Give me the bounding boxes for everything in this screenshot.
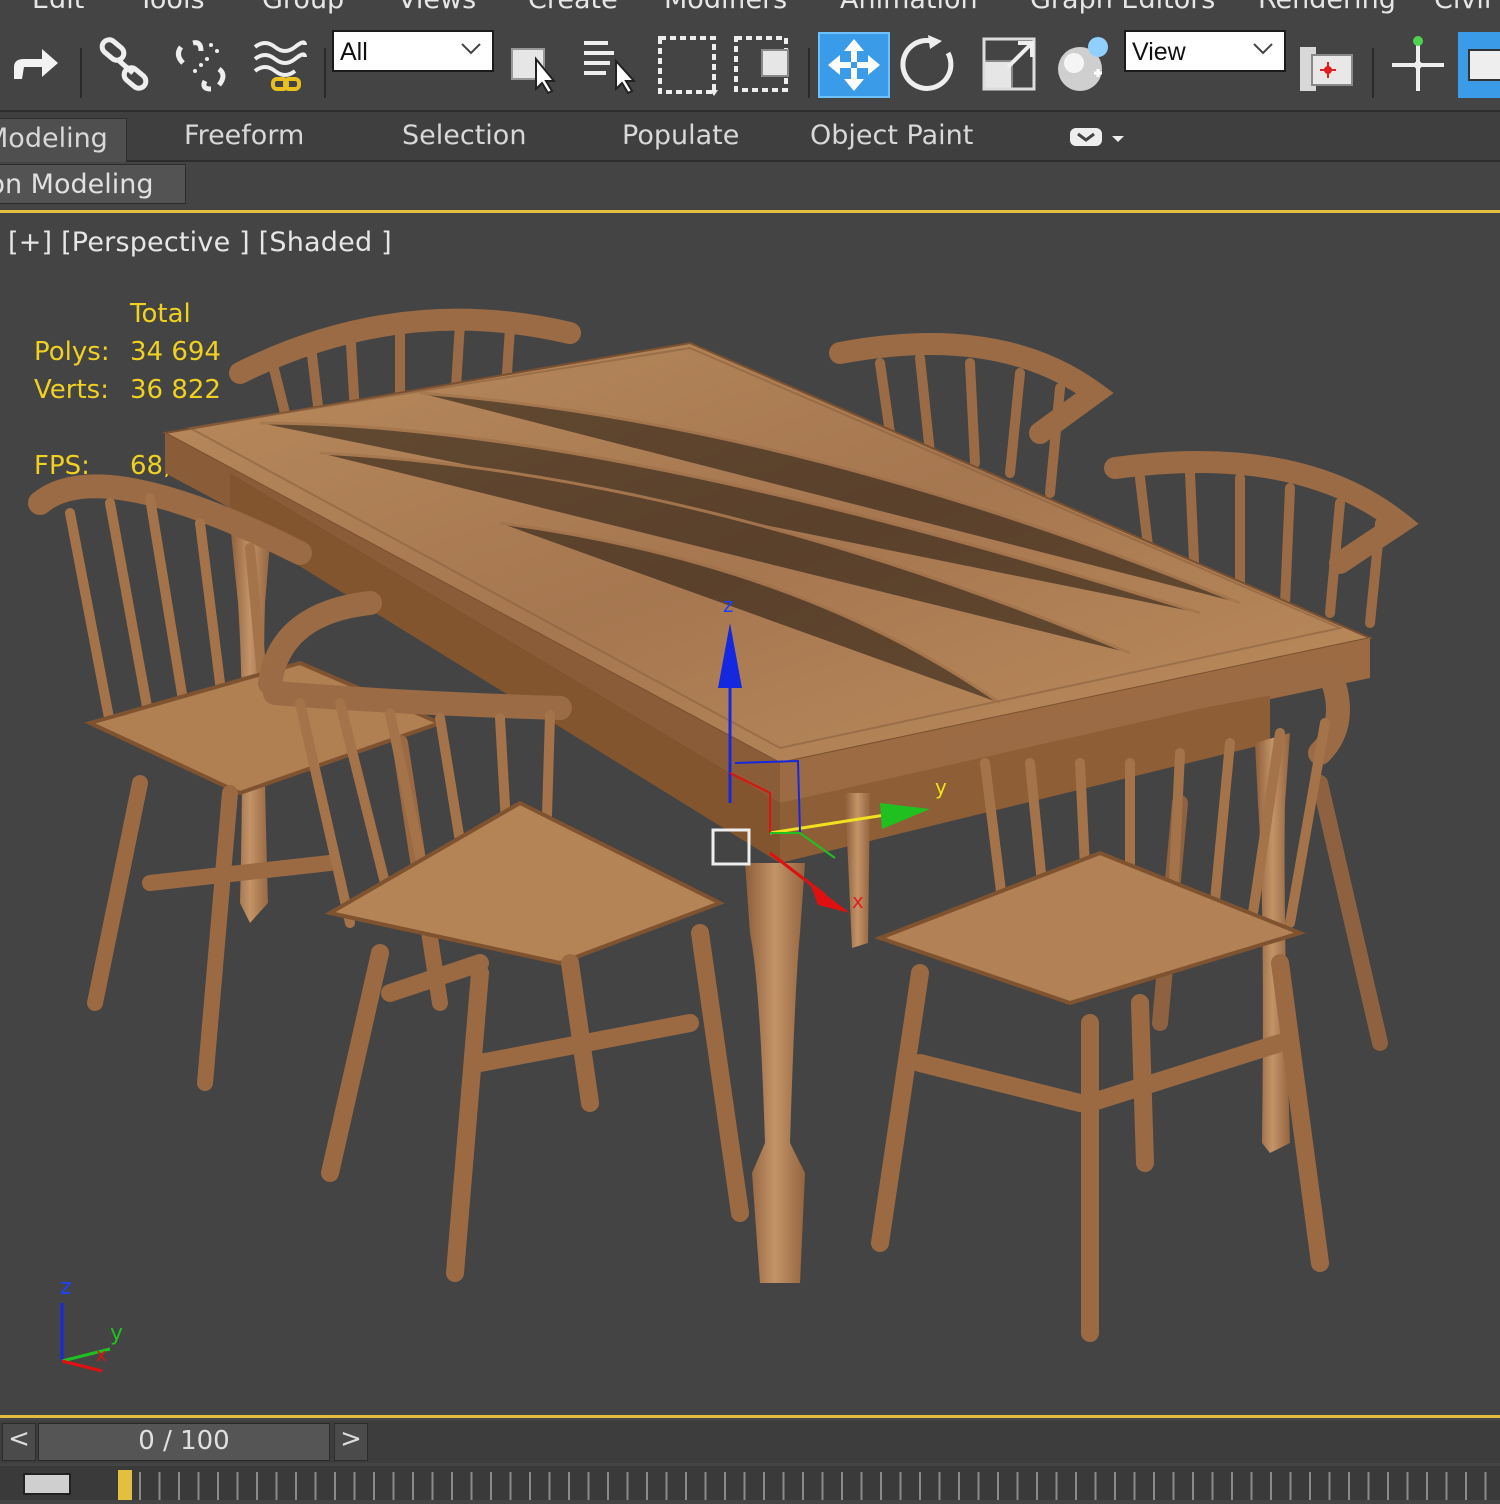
toolbar-separator	[80, 48, 82, 98]
time-slider-bar: < 0 / 100 >	[0, 1421, 1500, 1463]
ribbon: Modeling Freeform Selection Populate Obj…	[0, 112, 1500, 162]
tab-freeform[interactable]: Freeform	[184, 120, 304, 151]
axis-x-label: x	[96, 1345, 107, 1366]
select-scale-icon[interactable]	[978, 32, 1042, 98]
selection-filter-value: All	[340, 38, 368, 66]
tab-modeling[interactable]: Modeling	[0, 118, 127, 162]
chevron-down-icon	[461, 43, 481, 55]
perspective-viewport[interactable]: [+] [Perspective ] [Shaded ] Total Polys…	[0, 210, 1500, 1418]
axis-z-label: z	[60, 1275, 72, 1300]
rect-region-icon[interactable]	[656, 32, 720, 98]
axis-y-label: y	[110, 1321, 124, 1346]
main-toolbar: All View	[0, 14, 1500, 112]
tab-polygon-modeling[interactable]: Polygon Modeling	[0, 164, 186, 204]
select-manipulate-icon[interactable]	[1386, 32, 1450, 98]
menu-create[interactable]: Create	[528, 0, 618, 14]
track-bar[interactable]	[0, 1466, 1500, 1500]
select-move-icon[interactable]	[818, 32, 890, 98]
ribbon-options-icon[interactable]	[1068, 124, 1128, 154]
placement-icon[interactable]	[1054, 32, 1116, 98]
gizmo-y-label: y	[935, 775, 947, 799]
ref-coord-dropdown[interactable]: View	[1124, 30, 1286, 72]
menu-civil[interactable]: Civil	[1434, 0, 1491, 14]
select-object-icon[interactable]	[506, 32, 562, 98]
ribbon-panel: Polygon Modeling	[0, 162, 1500, 208]
menu-rendering[interactable]: Rendering	[1258, 0, 1396, 14]
menu-graph-editors[interactable]: Graph Editors	[1030, 0, 1215, 14]
bind-spacewarp-icon[interactable]	[248, 32, 310, 98]
prev-frame-button[interactable]: <	[2, 1423, 36, 1461]
menu-edit[interactable]: Edit	[32, 0, 84, 14]
ref-coord-value: View	[1132, 38, 1186, 66]
menu-animation[interactable]: Animation	[840, 0, 978, 14]
snap-toggle-icon[interactable]	[1458, 32, 1500, 98]
tab-selection[interactable]: Selection	[402, 120, 526, 151]
gizmo-x-label: x	[852, 889, 864, 913]
tab-populate[interactable]: Populate	[622, 120, 739, 151]
selection-filter-dropdown[interactable]: All	[332, 30, 494, 72]
time-slider[interactable]: 0 / 100	[38, 1423, 330, 1461]
chevron-down-icon	[1253, 43, 1273, 55]
menu-views[interactable]: Views	[398, 0, 476, 14]
menu-group[interactable]: Group	[262, 0, 344, 14]
menu-tools[interactable]: Tools	[138, 0, 205, 14]
tab-object-paint[interactable]: Object Paint	[810, 120, 973, 151]
menu-bar: Edit Tools Group Views Create Modifiers …	[0, 0, 1500, 14]
link-icon[interactable]	[94, 32, 156, 98]
track-ticks	[23, 1470, 1487, 1500]
unlink-icon[interactable]	[170, 32, 232, 98]
toolbar-separator	[1372, 48, 1374, 98]
next-frame-button[interactable]: >	[334, 1423, 368, 1461]
select-by-name-icon[interactable]	[578, 32, 640, 98]
toolbar-separator	[324, 48, 326, 98]
redo-icon[interactable]	[6, 32, 64, 98]
polygon-modeling-label: Polygon Modeling	[0, 169, 154, 200]
scene-render	[28, 308, 1419, 1342]
gizmo-z-label: z	[723, 593, 734, 617]
window-crossing-icon[interactable]	[732, 32, 796, 98]
select-rotate-icon[interactable]	[898, 32, 962, 98]
toolbar-separator	[808, 48, 810, 98]
menu-modifiers[interactable]: Modifiers	[664, 0, 787, 14]
use-pivot-icon[interactable]	[1298, 32, 1362, 98]
